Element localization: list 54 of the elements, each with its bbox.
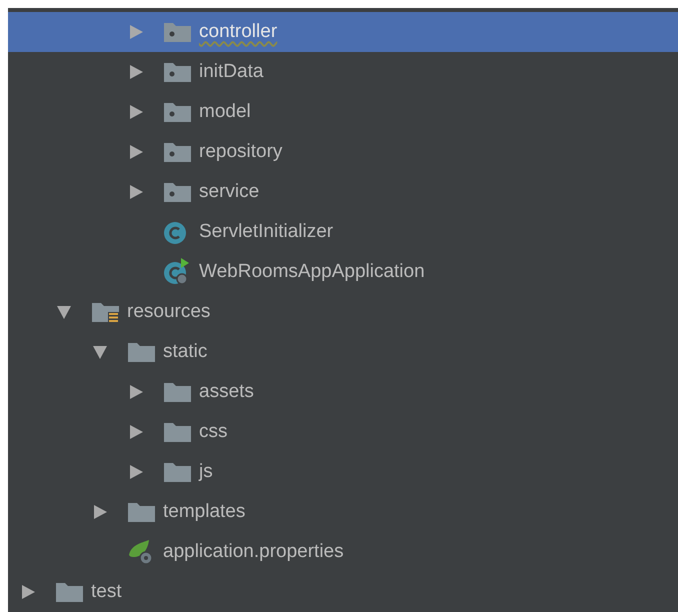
tree-row[interactable]: test — [8, 572, 678, 612]
expanded-arrow-icon[interactable] — [56, 304, 72, 320]
tree-label: templates — [163, 500, 246, 524]
package-folder-icon — [163, 60, 193, 84]
tree-row[interactable]: assets — [8, 372, 678, 412]
tree-row[interactable]: repository — [8, 132, 678, 172]
collapsed-arrow-icon[interactable] — [128, 64, 144, 80]
tree-row[interactable]: initData — [8, 52, 678, 92]
tree-row[interactable]: css — [8, 412, 678, 452]
tree-label: test — [91, 580, 122, 604]
folder-icon — [127, 340, 157, 364]
tree-row[interactable]: WebRoomsAppApplication — [8, 252, 678, 292]
tree-label: initData — [199, 60, 264, 84]
collapsed-arrow-icon[interactable] — [128, 144, 144, 160]
tree-row[interactable]: js — [8, 452, 678, 492]
tree-label: model — [199, 100, 251, 124]
expanded-arrow-icon[interactable] — [92, 344, 108, 360]
runnable-class-icon — [163, 258, 191, 286]
folder-icon — [163, 460, 193, 484]
tree-label: ServletInitializer — [199, 220, 334, 244]
collapsed-arrow-icon[interactable] — [128, 184, 144, 200]
resources-folder-icon — [91, 300, 121, 324]
collapsed-arrow-icon[interactable] — [92, 504, 108, 520]
tree-row[interactable]: application.properties — [8, 532, 678, 572]
tree-label: controller — [199, 20, 278, 44]
tree-row[interactable]: templates — [8, 492, 678, 532]
collapsed-arrow-icon[interactable] — [20, 584, 36, 600]
folder-icon — [163, 420, 193, 444]
package-folder-icon — [163, 140, 193, 164]
package-folder-icon — [163, 100, 193, 124]
tree-label: WebRoomsAppApplication — [199, 260, 425, 284]
tree-row[interactable]: resources — [8, 292, 678, 332]
tree-label: application.properties — [163, 540, 344, 564]
tree-label: resources — [127, 300, 210, 324]
tree-row[interactable]: service — [8, 172, 678, 212]
tree-label: service — [199, 180, 260, 204]
collapsed-arrow-icon[interactable] — [128, 424, 144, 440]
tree-row[interactable]: controller — [8, 12, 678, 52]
tree-row[interactable]: ServletInitializer — [8, 212, 678, 252]
collapsed-arrow-icon[interactable] — [128, 464, 144, 480]
tree-label: static — [163, 340, 208, 364]
package-folder-icon — [163, 20, 193, 44]
folder-icon — [55, 580, 85, 604]
tree-label: assets — [199, 380, 254, 404]
collapsed-arrow-icon[interactable] — [128, 104, 144, 120]
folder-icon — [127, 500, 157, 524]
tree-row[interactable]: static — [8, 332, 678, 372]
collapsed-arrow-icon[interactable] — [128, 384, 144, 400]
tree-row[interactable]: model — [8, 92, 678, 132]
tree-label: repository — [199, 140, 282, 164]
tree-label: css — [199, 420, 228, 444]
tree-label: js — [199, 460, 213, 484]
folder-icon — [163, 380, 193, 404]
package-folder-icon — [163, 180, 193, 204]
